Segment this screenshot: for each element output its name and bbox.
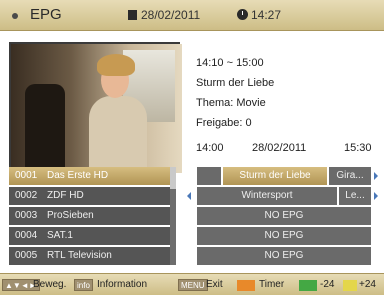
channel-row[interactable]: 0001 Das Erste HD — [9, 167, 176, 185]
minus24-label: -24 — [320, 279, 335, 290]
epg-row: NO EPG — [185, 207, 384, 225]
menu-key-icon[interactable]: MENU — [178, 279, 208, 291]
program-time-range: 14:10 ~ 15:00 — [196, 57, 264, 69]
channel-name: RTL Television — [47, 250, 112, 261]
epg-grid: Sturm der Liebe Gira... Wintersport Le..… — [185, 167, 384, 267]
arrow-right-icon — [374, 192, 378, 200]
channel-name: ProSieben — [47, 210, 94, 221]
footer-bar: ▲▼◄► Beweg. info Information MENU Exit T… — [0, 273, 384, 295]
yellow-key-icon[interactable] — [343, 280, 357, 291]
channel-number: 0002 — [15, 190, 38, 201]
channel-number: 0001 — [15, 170, 38, 181]
arrow-left-icon — [187, 192, 191, 200]
channel-row[interactable]: 0004 SAT.1 — [9, 227, 176, 245]
timeline-header: 14:00 28/02/2011 15:30 — [0, 138, 384, 158]
timeline-date: 28/02/2011 — [252, 142, 307, 154]
channel-row[interactable]: 0005 RTL Television — [9, 247, 176, 265]
info-label: Information — [97, 279, 148, 290]
epg-cell[interactable]: NO EPG — [197, 227, 371, 245]
epg-row: Sturm der Liebe Gira... — [185, 167, 384, 185]
program-theme: Thema: Movie — [196, 97, 266, 109]
header-bar: EPG 28/02/2011 14:27 — [0, 0, 384, 31]
epg-row: NO EPG — [185, 227, 384, 245]
epg-row: Wintersport Le... — [185, 187, 384, 205]
timeline-start: 14:00 — [196, 142, 224, 154]
epg-row: NO EPG — [185, 247, 384, 265]
program-info: 14:10 ~ 15:00 Sturm der Liebe Thema: Mov… — [196, 53, 274, 133]
channel-scrollbar[interactable] — [170, 167, 176, 265]
channel-number: 0004 — [15, 230, 38, 241]
header-time: 14:27 — [251, 8, 282, 22]
header-date: 28/02/2011 — [141, 8, 201, 22]
epg-cell[interactable]: Wintersport — [197, 187, 337, 205]
move-label: Beweg. — [33, 279, 67, 290]
epg-cell[interactable]: Gira... — [329, 167, 371, 185]
epg-cell[interactable]: NO EPG — [197, 247, 371, 265]
channel-name: ZDF HD — [47, 190, 84, 201]
channel-number: 0005 — [15, 250, 38, 261]
clock-icon — [237, 9, 248, 20]
epg-cell[interactable]: NO EPG — [197, 207, 371, 225]
bullet-icon — [12, 13, 18, 19]
epg-cell[interactable]: Le... — [339, 187, 371, 205]
channel-name: Das Erste HD — [47, 170, 109, 181]
program-title: Sturm der Liebe — [196, 77, 275, 89]
plus24-label: +24 — [359, 279, 376, 290]
epg-cell-selected[interactable]: Sturm der Liebe — [223, 167, 327, 185]
red-key-icon[interactable] — [237, 280, 255, 291]
timeline-end: 15:30 — [344, 142, 372, 154]
channel-number: 0003 — [15, 210, 38, 221]
channel-list: 0001 Das Erste HD 0002 ZDF HD 0003 ProSiebe… — [9, 167, 176, 267]
channel-name: SAT.1 — [47, 230, 73, 241]
page-title: EPG — [30, 6, 62, 23]
calendar-icon — [128, 10, 137, 20]
channel-row[interactable]: 0002 ZDF HD — [9, 187, 176, 205]
info-key-icon[interactable]: info — [74, 279, 93, 291]
epg-cell[interactable] — [197, 167, 221, 185]
program-rating: Freigabe: 0 — [196, 117, 252, 129]
scrollbar-thumb[interactable] — [170, 167, 176, 189]
green-key-icon[interactable] — [299, 280, 317, 291]
timer-label: Timer — [259, 279, 285, 290]
channel-row[interactable]: 0003 ProSieben — [9, 207, 176, 225]
arrow-right-icon — [374, 172, 378, 180]
exit-label: Exit — [206, 279, 223, 290]
epg-main: 14:10 ~ 15:00 Sturm der Liebe Thema: Mov… — [0, 31, 384, 273]
